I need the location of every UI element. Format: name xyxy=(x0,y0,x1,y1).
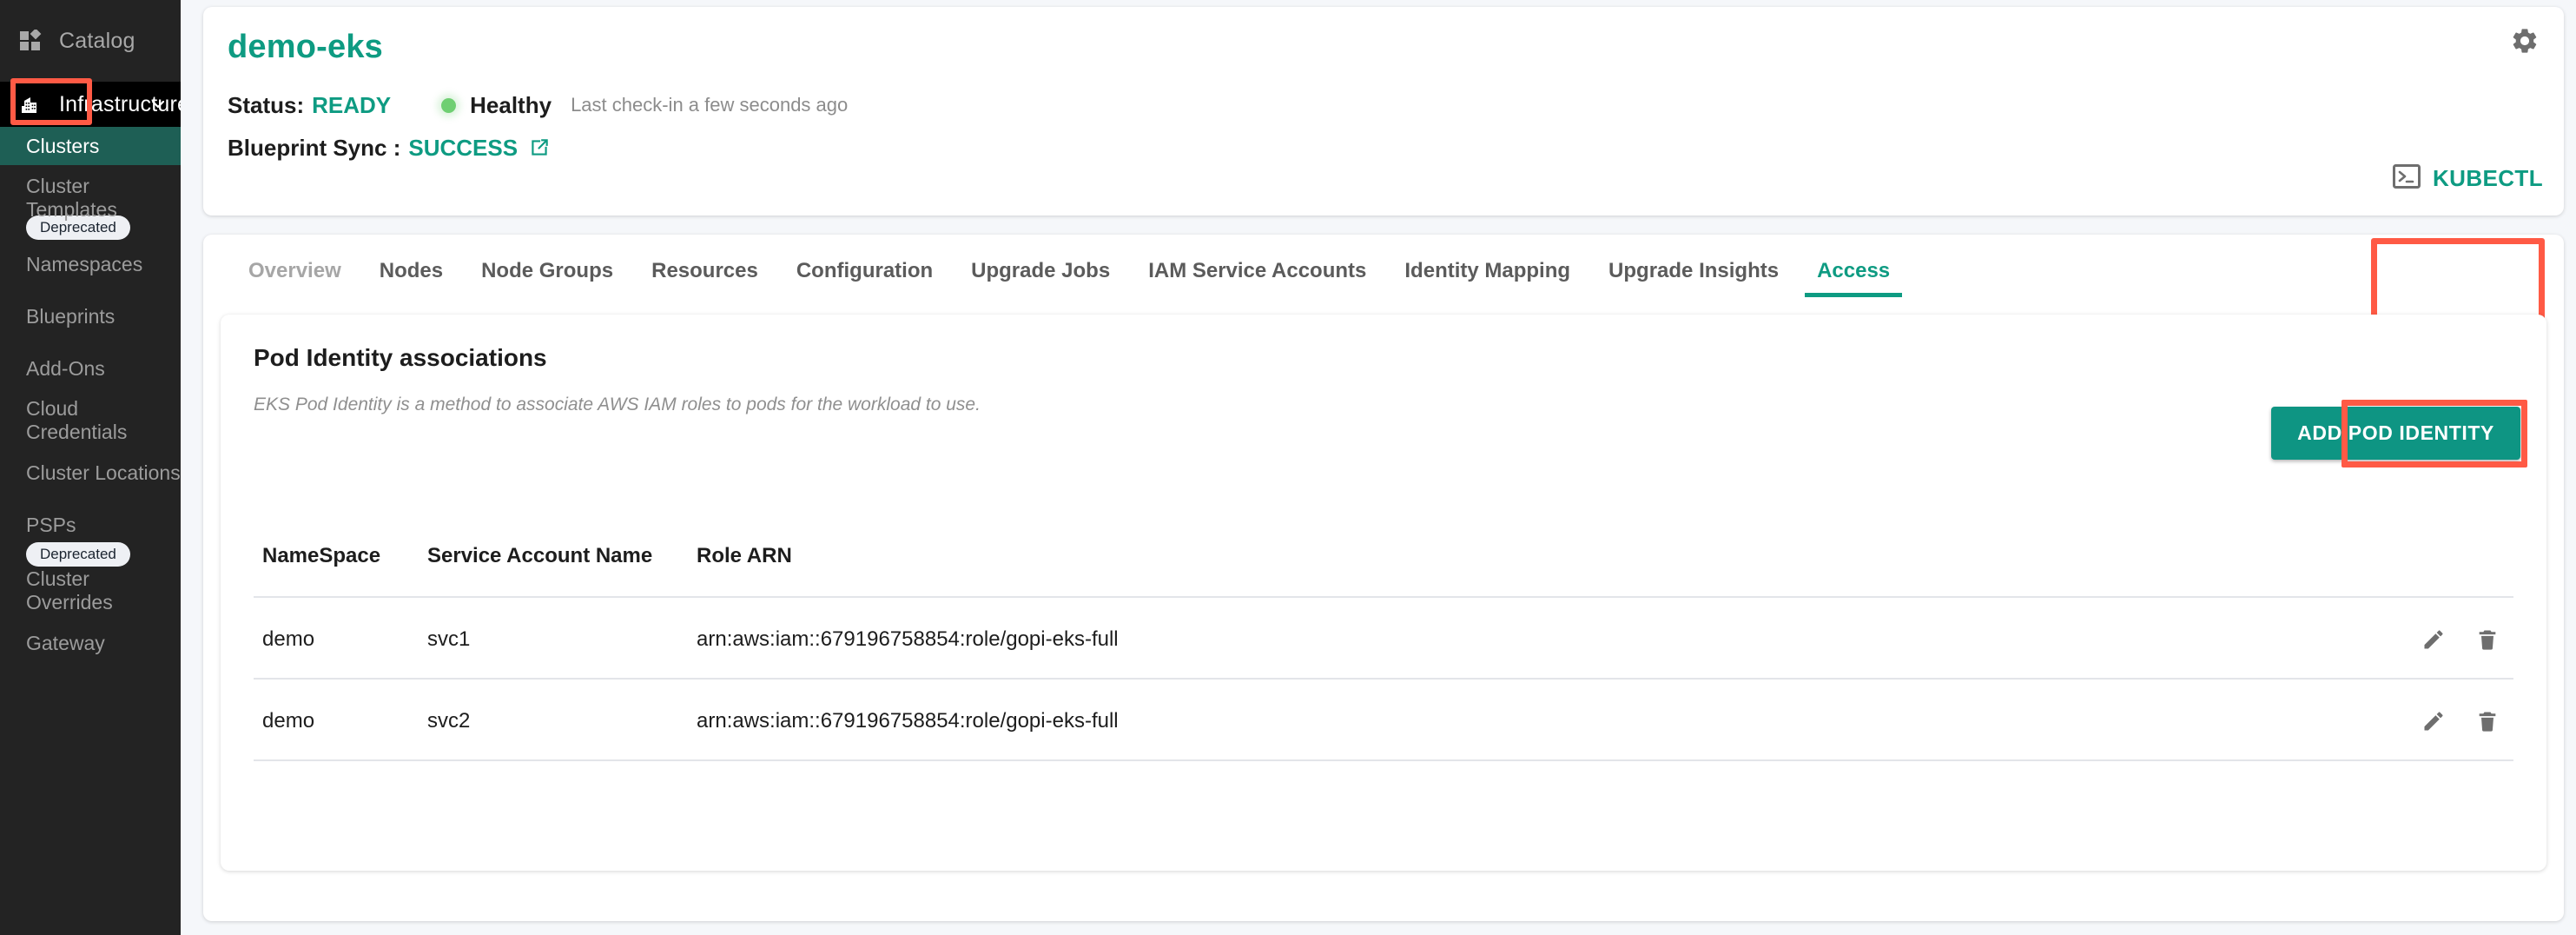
sidebar-item-label: Cluster Locations xyxy=(26,461,181,484)
sidebar-item-label: Namespaces xyxy=(26,252,143,275)
sidebar-item-label: Clusters xyxy=(26,134,100,157)
cell-role-arn: arn:aws:iam::679196758854:role/gopi-eks-… xyxy=(697,597,2305,680)
cluster-detail-card: Overview Nodes Node Groups Resources Con… xyxy=(203,235,2564,921)
sidebar: Catalog Infrastructure Clusters Cluster … xyxy=(0,0,181,935)
status-badge: Deprecated xyxy=(26,542,130,567)
cell-role-arn: arn:aws:iam::679196758854:role/gopi-eks-… xyxy=(697,679,2305,761)
kubectl-button[interactable]: KUBECTL xyxy=(2392,164,2543,193)
pencil-icon[interactable] xyxy=(2421,627,2446,652)
pencil-icon[interactable] xyxy=(2421,709,2446,733)
tab-upgrade-insights[interactable]: Upgrade Insights xyxy=(1589,259,1798,302)
cell-service-account: svc1 xyxy=(427,597,697,680)
sidebar-item-gateway[interactable]: Gateway xyxy=(0,624,181,662)
tab-configuration[interactable]: Configuration xyxy=(777,259,952,302)
status-row: Status: READY Healthy Last check-in a fe… xyxy=(228,92,2534,119)
panel-title: Pod Identity associations xyxy=(254,344,547,371)
row-action-group xyxy=(2305,627,2513,652)
chevron-down-icon[interactable] xyxy=(149,96,167,113)
highlight-box-access-tab xyxy=(2371,238,2545,327)
sidebar-item-label: Cluster Overrides xyxy=(26,567,113,613)
cluster-header-card: demo-eks Status: READY Healthy Last chec… xyxy=(203,7,2564,216)
sidebar-item-label: Cluster Templates xyxy=(26,175,117,221)
health-label: Healthy xyxy=(470,91,552,118)
cell-actions xyxy=(2305,597,2513,680)
sidebar-item-label: Gateway xyxy=(26,631,105,654)
cell-actions xyxy=(2305,679,2513,761)
sidebar-item-infrastructure[interactable]: Infrastructure xyxy=(0,82,181,127)
table-header-row: NameSpace Service Account Name Role ARN xyxy=(254,544,2513,598)
blueprint-sync-value: SUCCESS xyxy=(408,134,519,161)
last-checkin-text: Last check-in a few seconds ago xyxy=(571,94,849,116)
sidebar-item-cloud-credentials[interactable]: Cloud Credentials xyxy=(0,397,181,443)
grid-icon xyxy=(19,28,42,52)
sidebar-item-label: PSPs xyxy=(26,513,76,536)
column-header-service-account: Service Account Name xyxy=(427,544,697,598)
sidebar-item-cluster-templates[interactable]: Cluster Templates xyxy=(0,175,181,221)
sidebar-item-blueprints[interactable]: Blueprints xyxy=(0,297,181,335)
blueprint-sync-row: Blueprint Sync : SUCCESS xyxy=(228,135,2534,162)
sidebar-item-label: Add-Ons xyxy=(26,356,105,380)
app-root: Catalog Infrastructure Clusters Cluster … xyxy=(0,0,2576,935)
add-pod-identity-button[interactable]: ADD POD IDENTITY xyxy=(2271,407,2520,460)
sidebar-item-psps[interactable]: PSPs xyxy=(0,506,181,544)
terminal-icon xyxy=(2392,164,2421,193)
tab-nodes[interactable]: Nodes xyxy=(360,259,462,302)
pod-identity-table: NameSpace Service Account Name Role ARN … xyxy=(254,544,2513,761)
badge-wrap: Deprecated xyxy=(0,542,181,567)
sidebar-item-clusters[interactable]: Clusters xyxy=(0,127,181,165)
row-action-group xyxy=(2305,709,2513,733)
sidebar-item-catalog[interactable]: Catalog xyxy=(0,0,181,82)
trash-icon[interactable] xyxy=(2475,709,2500,733)
tab-upgrade-jobs[interactable]: Upgrade Jobs xyxy=(952,259,1129,302)
tab-bar: Overview Nodes Node Groups Resources Con… xyxy=(203,235,2564,327)
kubectl-label: KUBECTL xyxy=(2432,165,2543,191)
blueprint-sync-label: Blueprint Sync : xyxy=(228,134,401,161)
health-dot-icon xyxy=(441,97,457,113)
cell-service-account: svc2 xyxy=(427,679,697,761)
tab-access[interactable]: Access xyxy=(1798,259,1909,302)
table-head: NameSpace Service Account Name Role ARN xyxy=(254,544,2513,598)
cell-namespace: demo xyxy=(254,679,427,761)
gear-icon[interactable] xyxy=(2510,26,2540,56)
panel-subtitle: EKS Pod Identity is a method to associat… xyxy=(254,395,981,414)
building-icon xyxy=(19,93,42,116)
external-link-icon[interactable] xyxy=(528,136,551,159)
tab-overview[interactable]: Overview xyxy=(229,259,360,302)
table-body: demo svc1 arn:aws:iam::679196758854:role… xyxy=(254,597,2513,761)
sidebar-item-add-ons[interactable]: Add-Ons xyxy=(0,349,181,388)
column-header-namespace: NameSpace xyxy=(254,544,427,598)
table-row: demo svc2 arn:aws:iam::679196758854:role… xyxy=(254,679,2513,761)
cell-namespace: demo xyxy=(254,597,427,680)
column-header-role-arn: Role ARN xyxy=(697,544,2305,598)
table-row: demo svc1 arn:aws:iam::679196758854:role… xyxy=(254,597,2513,680)
sidebar-item-cluster-locations[interactable]: Cluster Locations xyxy=(0,454,181,492)
sidebar-sub-items: Clusters Cluster Templates Deprecated Na… xyxy=(0,127,181,662)
tab-resources[interactable]: Resources xyxy=(632,259,777,302)
tab-identity-mapping[interactable]: Identity Mapping xyxy=(1385,259,1589,302)
tab-node-groups[interactable]: Node Groups xyxy=(462,259,632,302)
sidebar-item-label: Catalog xyxy=(59,28,135,53)
status-label: Status: xyxy=(228,91,305,118)
status-value: READY xyxy=(312,91,392,118)
pod-identity-panel: Pod Identity associations EKS Pod Identi… xyxy=(221,315,2546,871)
tab-iam-service-accounts[interactable]: IAM Service Accounts xyxy=(1129,259,1385,302)
sidebar-item-label: Blueprints xyxy=(26,304,116,328)
sidebar-item-label: Cloud Credentials xyxy=(26,397,128,443)
trash-icon[interactable] xyxy=(2475,627,2500,652)
sidebar-item-namespaces[interactable]: Namespaces xyxy=(0,245,181,283)
main-content: demo-eks Status: READY Healthy Last chec… xyxy=(181,0,2576,935)
sidebar-item-cluster-overrides[interactable]: Cluster Overrides xyxy=(0,567,181,613)
column-header-actions xyxy=(2305,544,2513,598)
page-title: demo-eks xyxy=(228,29,384,65)
